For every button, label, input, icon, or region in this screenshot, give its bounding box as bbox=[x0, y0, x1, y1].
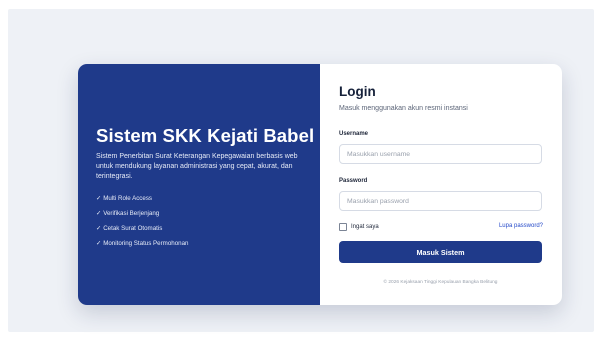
feature-item: ✓ Cetak Surat Otomatis bbox=[96, 225, 189, 240]
check-icon: ✓ bbox=[96, 210, 102, 217]
remember-me-toggle[interactable]: Ingat saya bbox=[339, 223, 379, 231]
footer-copyright: © 2026 Kejaksaan Tinggi Kepulauan Bangka… bbox=[383, 280, 498, 285]
login-subtitle: Masuk menggunakan akun resmi instansi bbox=[339, 105, 468, 112]
page-background: Sistem SKK Kejati Babel Sistem Penerbita… bbox=[8, 9, 594, 332]
feature-item: ✓ Multi Role Access bbox=[96, 195, 189, 210]
feature-label: Monitoring Status Permohonan bbox=[103, 240, 189, 247]
login-card: Sistem SKK Kejati Babel Sistem Penerbita… bbox=[78, 64, 562, 305]
remember-me-label: Ingat saya bbox=[351, 224, 379, 230]
password-input[interactable] bbox=[339, 191, 542, 211]
brand-panel: Sistem SKK Kejati Babel Sistem Penerbita… bbox=[78, 64, 320, 305]
brand-description: Sistem Penerbitan Surat Keterangan Kepeg… bbox=[96, 153, 298, 180]
password-label: Password bbox=[339, 178, 368, 184]
brand-title: Sistem SKK Kejati Babel bbox=[96, 125, 315, 146]
login-form-panel: Login Masuk menggunakan akun resmi insta… bbox=[320, 64, 562, 305]
check-icon: ✓ bbox=[96, 240, 102, 247]
username-input[interactable] bbox=[339, 144, 542, 164]
forgot-password-link[interactable]: Lupa password? bbox=[499, 223, 543, 229]
feature-item: ✓ Monitoring Status Permohonan bbox=[96, 240, 189, 255]
username-label: Username bbox=[339, 131, 369, 137]
login-title: Login bbox=[339, 84, 376, 99]
feature-label: Cetak Surat Otomatis bbox=[103, 225, 163, 232]
check-icon: ✓ bbox=[96, 195, 102, 202]
feature-item: ✓ Verifikasi Berjenjang bbox=[96, 210, 189, 225]
feature-label: Multi Role Access bbox=[103, 195, 153, 202]
feature-label: Verifikasi Berjenjang bbox=[103, 210, 160, 217]
check-icon: ✓ bbox=[96, 225, 102, 232]
remember-me-checkbox[interactable] bbox=[339, 223, 347, 231]
login-submit-button[interactable]: Masuk Sistem bbox=[339, 241, 542, 263]
feature-list: ✓ Multi Role Access ✓ Verifikasi Berjenjan… bbox=[96, 195, 189, 255]
